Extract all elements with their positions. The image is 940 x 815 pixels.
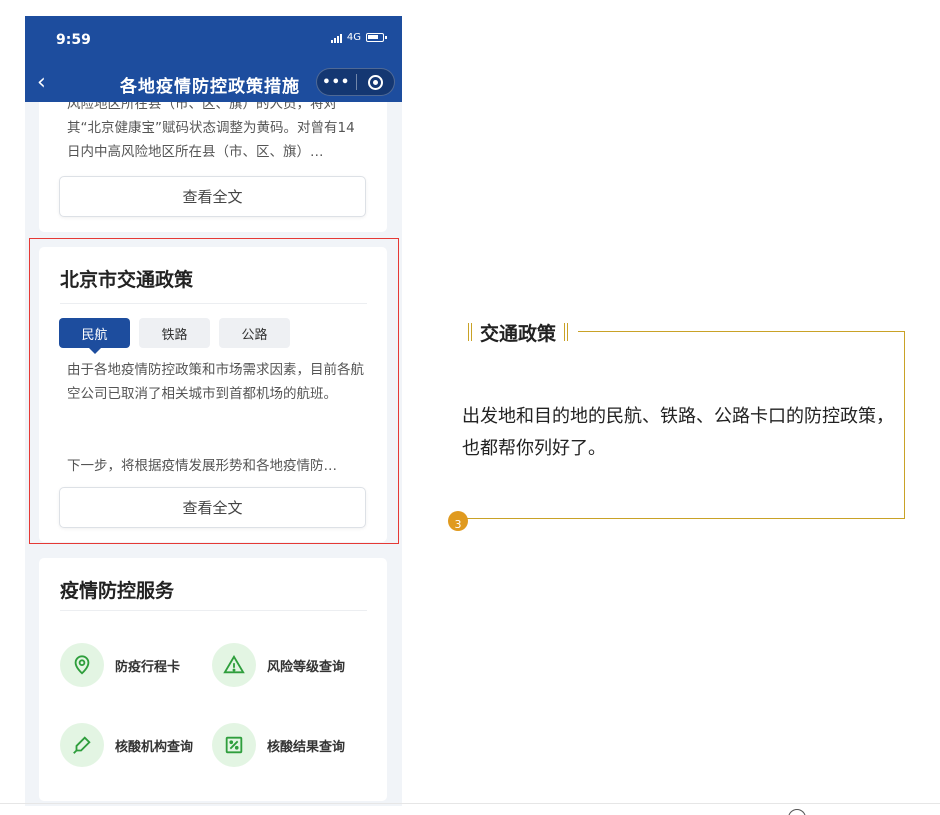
service-label: 防疫行程卡 [115, 659, 181, 675]
status-icons: 4G [330, 32, 387, 43]
service-risk-level[interactable]: 风险等级查询 [212, 643, 345, 687]
chevron-left-icon[interactable]: ‹ [37, 70, 46, 96]
callout-description: 出发地和目的地的民航、铁路、公路卡口的防控政策，也都帮你列好了。 [462, 406, 894, 459]
services-card: 疫情防控服务 防疫行程卡 风险等级查询 核酸机构查询 核酸结果查询 [39, 558, 387, 801]
bottom-divider [0, 803, 940, 804]
close-mini-program-button[interactable] [356, 74, 394, 90]
service-travel-card[interactable]: 防疫行程卡 [60, 643, 180, 687]
status-bar: 9:59 4G [25, 16, 402, 68]
scroll-top-icon[interactable] [788, 809, 806, 815]
nav-bar: ‹ 各地疫情防控政策措施 ••• [25, 68, 402, 102]
network-label: 4G [346, 32, 361, 43]
signal-icon [330, 33, 342, 43]
record-target-icon [367, 74, 383, 90]
status-time: 9:59 [56, 32, 91, 48]
title-bar-left [468, 323, 472, 341]
mini-program-capsule: ••• [316, 68, 395, 96]
service-label: 风险等级查询 [267, 659, 346, 675]
tutorial-page: 9:59 4G ‹ 各地疫情防控政策措施 ••• 风险地区所在县（市、区、旗）的… [0, 0, 940, 815]
view-full-text-button[interactable]: 查看全文 [59, 176, 366, 217]
page-title: 各地疫情防控政策措施 [120, 77, 300, 97]
battery-icon [366, 33, 387, 42]
callout-title: 交通政策 [480, 322, 557, 345]
callout-header: 交通政策 [458, 318, 579, 346]
service-test-result[interactable]: 核酸结果查询 [212, 723, 345, 767]
highlight-frame [29, 238, 399, 544]
step-number-badge: 3 [448, 511, 468, 531]
warning-triangle-icon [212, 643, 256, 687]
service-label: 核酸结果查询 [267, 739, 346, 755]
policy-excerpt: 风险地区所在县（市、区、旗）的人员，将对其“北京健康宝”赋码状态调整为黄码。对曾… [67, 102, 355, 160]
more-menu-button[interactable]: ••• [317, 75, 356, 90]
title-bar-right [564, 323, 569, 341]
service-label: 核酸机构查询 [115, 739, 194, 755]
policy-card-previous: 风险地区所在县（市、区、旗）的人员，将对其“北京健康宝”赋码状态调整为黄码。对曾… [39, 102, 387, 232]
test-report-icon [212, 723, 256, 767]
dropper-icon [60, 723, 104, 767]
service-test-institution[interactable]: 核酸机构查询 [60, 723, 193, 767]
location-pin-icon [60, 643, 104, 687]
card-title: 疫情防控服务 [60, 580, 175, 602]
divider [60, 610, 367, 611]
